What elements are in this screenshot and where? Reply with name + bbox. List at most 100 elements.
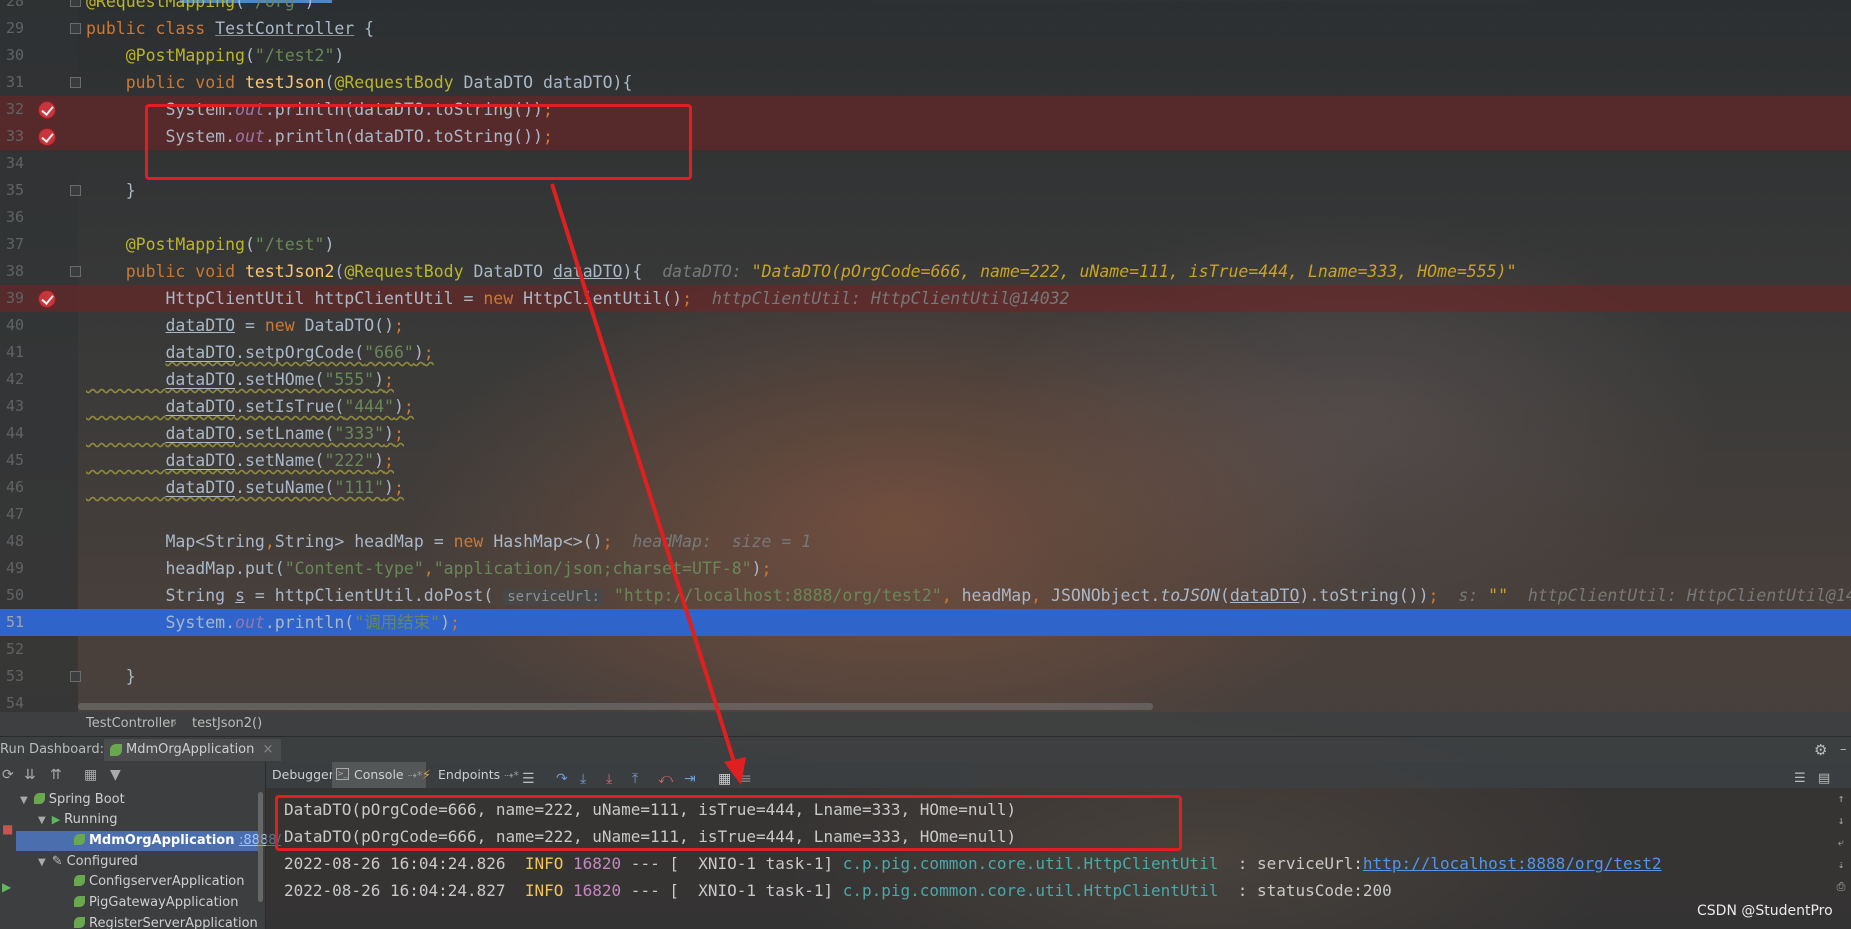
fold-icon[interactable] [70, 185, 81, 196]
step-into-icon[interactable]: ⤓ [580, 766, 586, 792]
code-line[interactable]: 41 dataDTO.setpOrgCode("666"); [0, 339, 1851, 366]
layout-icon[interactable]: ▤ [1818, 766, 1830, 792]
step-out-icon[interactable]: ⤒ [632, 766, 638, 792]
breakpoint-icon[interactable] [38, 128, 56, 146]
code-line[interactable]: 43 dataDTO.setIsTrue("444"); [0, 393, 1851, 420]
force-step-into-icon[interactable]: ⤓ [606, 766, 612, 792]
group-icon[interactable]: ▦ [84, 767, 97, 783]
rerun-icon[interactable]: ⟳ [2, 767, 14, 783]
trace-icon[interactable]: ≡ [740, 766, 752, 792]
line-number[interactable]: 45 [0, 447, 24, 474]
code-line[interactable]: 39 HttpClientUtil httpClientUtil = new H… [0, 285, 1851, 312]
filter-icon[interactable]: ▼ [110, 767, 121, 783]
line-number[interactable]: 39 [0, 285, 24, 312]
line-number[interactable]: 30 [0, 42, 24, 69]
run-dashboard-tree[interactable]: ⟳ ⇊ ⇈ ▦ ▼ ■ ▶ ▼ Spring Boot ▼ ▶ Running Mdm… [0, 762, 281, 929]
line-number[interactable]: 51 [0, 609, 24, 636]
editor-horizontal-scrollbar[interactable] [78, 703, 1153, 710]
line-number[interactable]: 50 [0, 582, 24, 609]
line-number[interactable]: 32 [0, 96, 24, 123]
code-line[interactable]: 44 dataDTO.setLname("333"); [0, 420, 1851, 447]
line-number[interactable]: 37 [0, 231, 24, 258]
fold-icon[interactable] [70, 0, 81, 7]
code-line[interactable]: 49 headMap.put("Content-type","applicati… [0, 555, 1851, 582]
tree-node-running[interactable]: ▼ ▶ Running [38, 810, 117, 830]
fold-icon[interactable] [70, 671, 81, 682]
tree-node-selected-app[interactable]: MdmOrgApplication :8888/ [16, 831, 281, 851]
line-number[interactable]: 34 [0, 150, 24, 177]
line-number[interactable]: 46 [0, 474, 24, 501]
line-number[interactable]: 52 [0, 636, 24, 663]
code-line[interactable]: 28 @RequestMapping("/org") [0, 0, 1851, 15]
code-line[interactable]: 37 @PostMapping("/test") [0, 231, 1851, 258]
code-line[interactable]: 53 } [0, 663, 1851, 690]
code-line[interactable]: 36 [0, 204, 1851, 231]
tree-scrollbar[interactable] [258, 792, 263, 902]
line-number[interactable]: 36 [0, 204, 24, 231]
breakpoint-icon[interactable] [38, 290, 56, 308]
code-line[interactable]: 46 dataDTO.setuName("111"); [0, 474, 1851, 501]
drop-frame-icon[interactable]: ⤺ [658, 766, 673, 792]
line-number[interactable]: 38 [0, 258, 24, 285]
line-number[interactable]: 48 [0, 528, 24, 555]
run-dashboard-tab[interactable]: MdmOrgApplication × [104, 739, 282, 761]
breadcrumb-method[interactable]: testJson2() [192, 712, 262, 736]
line-number[interactable]: 42 [0, 366, 24, 393]
fold-icon[interactable] [70, 77, 81, 88]
menu-icon[interactable]: ☰ [522, 766, 535, 792]
code-line[interactable]: 29 public class TestController { [0, 15, 1851, 42]
tree-node-app[interactable]: PigGatewayApplication [74, 893, 238, 913]
line-number[interactable]: 41 [0, 339, 24, 366]
arrow-up-icon[interactable]: ↑ [1834, 792, 1848, 814]
log-url-link[interactable]: http://localhost:8888/org/test2 [1363, 854, 1662, 873]
wrap-icon[interactable]: ⤶ [1834, 836, 1848, 858]
evaluate-icon[interactable]: ▦ [718, 766, 731, 792]
tree-node-spring-boot[interactable]: ▼ Spring Boot [20, 790, 125, 810]
tree-node-app[interactable]: ConfigserverApplication [74, 872, 245, 892]
code-line[interactable]: 45 dataDTO.setName("222"); [0, 447, 1851, 474]
tab-debugger[interactable]: Debugger [268, 762, 338, 788]
code-line[interactable]: 42 dataDTO.setHOme("555"); [0, 366, 1851, 393]
line-number[interactable]: 49 [0, 555, 24, 582]
line-number[interactable]: 53 [0, 663, 24, 690]
tree-node-configured[interactable]: ▼ ✎ Configured [38, 852, 138, 872]
pin-icon[interactable]: ⇢* [504, 769, 519, 782]
print-icon[interactable]: ⎙ [1834, 880, 1848, 902]
line-number[interactable]: 44 [0, 420, 24, 447]
breakpoint-icon[interactable] [38, 101, 56, 119]
code-line[interactable]: 52 [0, 636, 1851, 663]
run-icon[interactable]: ▶ [2, 880, 11, 894]
run-to-cursor-icon[interactable]: ⇥ [684, 766, 696, 792]
fold-icon[interactable] [70, 266, 81, 277]
line-number[interactable]: 40 [0, 312, 24, 339]
code-line[interactable]: 40 dataDTO = new DataDTO(); [0, 312, 1851, 339]
line-number[interactable]: 28 [0, 0, 24, 15]
scroll-end-icon[interactable]: ⇣ [1834, 858, 1848, 880]
code-line[interactable]: 38 public void testJson2(@RequestBody Da… [0, 258, 1851, 285]
tab-endpoints[interactable]: ⚡ Endpoints ⇢* [418, 762, 523, 788]
line-number[interactable]: 33 [0, 123, 24, 150]
collapse-all-icon[interactable]: ⇈ [50, 767, 62, 783]
list-icon[interactable]: ☰ [1794, 766, 1806, 792]
line-number[interactable]: 47 [0, 501, 24, 528]
step-over-icon[interactable]: ↷ [556, 766, 568, 792]
line-number[interactable]: 31 [0, 69, 24, 96]
close-icon[interactable]: × [263, 742, 274, 757]
code-line[interactable]: 30 @PostMapping("/test2") [0, 42, 1851, 69]
line-number[interactable]: 43 [0, 393, 24, 420]
fold-icon[interactable] [70, 23, 81, 34]
code-line[interactable]: 51 System.out.println("调用结束"); [0, 609, 1851, 636]
arrow-down-icon[interactable]: ↓ [1834, 814, 1848, 836]
minimize-icon[interactable]: – [1840, 737, 1847, 763]
expand-all-icon[interactable]: ⇊ [24, 767, 36, 783]
code-line[interactable]: 31 public void testJson(@RequestBody Dat… [0, 69, 1851, 96]
code-line[interactable]: 50 String s = httpClientUtil.doPost( ser… [0, 582, 1851, 609]
tab-console[interactable]: >_ Console ⇢* [332, 762, 427, 788]
stop-icon[interactable]: ■ [2, 822, 13, 836]
code-line[interactable]: 48 Map<String,String> headMap = new Hash… [0, 528, 1851, 555]
code-line[interactable]: 47 [0, 501, 1851, 528]
gear-icon[interactable]: ⚙ [1814, 737, 1827, 763]
line-number[interactable]: 29 [0, 15, 24, 42]
tree-node-app[interactable]: RegisterServerApplication [74, 914, 258, 929]
breadcrumb-class[interactable]: TestController [86, 712, 176, 736]
